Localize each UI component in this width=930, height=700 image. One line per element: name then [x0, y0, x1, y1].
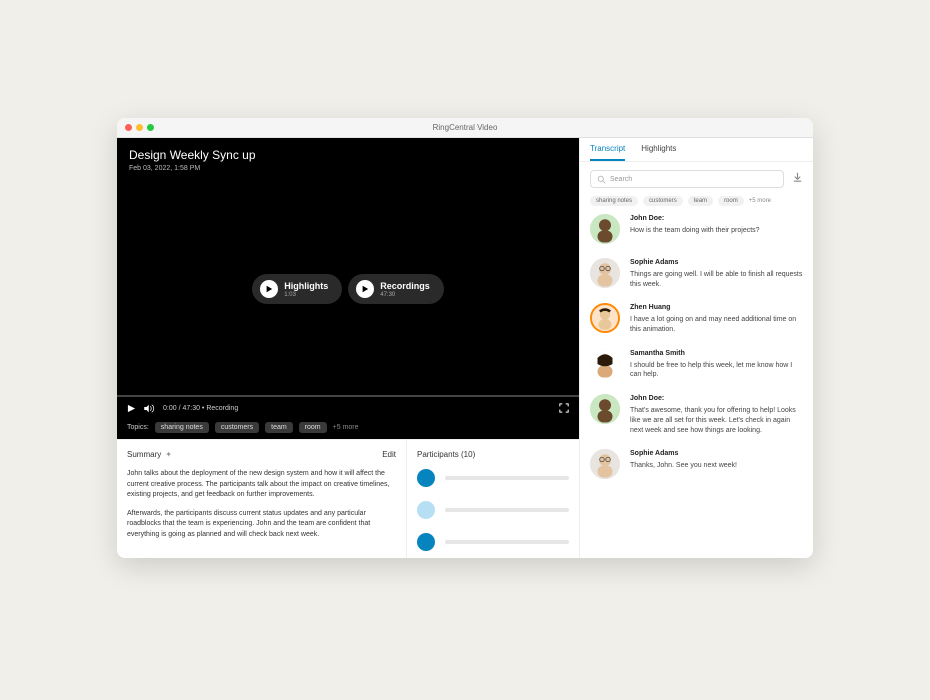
speaker-avatar — [590, 449, 620, 479]
speaker-message: Things are going well. I will be able to… — [630, 270, 803, 290]
transcript-entry[interactable]: John Doe: That's awesome, thank you for … — [590, 394, 803, 435]
transcript-entry[interactable]: Sophie Adams Things are going well. I wi… — [590, 258, 803, 289]
participant-avatar — [417, 533, 435, 551]
video-time: 0:00 / 47:30 • Recording — [163, 405, 238, 412]
edit-summary-button[interactable]: Edit — [382, 450, 396, 459]
transcript-entry[interactable]: John Doe: How is the team doing with the… — [590, 214, 803, 244]
summary-paragraph: John talks about the deployment of the n… — [127, 469, 396, 501]
participant-bar — [445, 540, 569, 544]
speaker-avatar — [590, 394, 620, 424]
meeting-date: Feb 03, 2022, 1:58 PM — [129, 165, 567, 172]
search-placeholder: Search — [610, 176, 632, 183]
search-input[interactable]: Search — [590, 170, 784, 188]
participant-row[interactable] — [417, 533, 569, 551]
speaker-name: Sophie Adams — [630, 258, 803, 268]
recordings-chip[interactable]: Recordings 47:30 — [348, 274, 444, 304]
participant-bar — [445, 476, 569, 480]
summary-title: Summary — [127, 450, 161, 459]
side-panel: Transcript Highlights Search sharing not… — [579, 138, 813, 558]
transcript-tags: sharing notes customers team room +5 mor… — [580, 196, 813, 214]
tab-transcript[interactable]: Transcript — [590, 144, 625, 161]
fullscreen-button[interactable] — [559, 403, 569, 413]
topics-label: Topics: — [127, 424, 149, 431]
window-title: RingCentral Video — [117, 123, 813, 132]
speaker-name: Samantha Smith — [630, 349, 803, 359]
summary-pane: Summary ✦ Edit John talks about the depl… — [117, 440, 407, 558]
play-icon — [260, 280, 278, 298]
play-button[interactable] — [127, 404, 136, 413]
topic-tag[interactable]: team — [265, 422, 293, 433]
speaker-name: Sophie Adams — [630, 449, 737, 459]
participant-avatar — [417, 501, 435, 519]
titlebar: RingCentral Video — [117, 118, 813, 138]
speaker-message: Thanks, John. See you next week! — [630, 461, 737, 471]
transcript-entry[interactable]: Zhen Huang I have a lot going on and may… — [590, 303, 803, 334]
app-window: RingCentral Video Design Weekly Sync up … — [117, 118, 813, 558]
participant-row[interactable] — [417, 501, 569, 519]
topics-row: Topics: sharing notes customers team roo… — [127, 422, 359, 433]
highlights-chip[interactable]: Highlights 1:03 — [252, 274, 342, 304]
speaker-avatar — [590, 303, 620, 333]
recordings-chip-time: 47:30 — [380, 292, 430, 298]
topic-tag[interactable]: customers — [215, 422, 259, 433]
search-icon — [597, 175, 606, 184]
summary-body: John talks about the deployment of the n… — [127, 469, 396, 548]
transcript-entry[interactable]: Samantha Smith I should be free to help … — [590, 349, 803, 380]
speaker-message: How is the team doing with their project… — [630, 226, 760, 236]
participant-row[interactable] — [417, 469, 569, 487]
speaker-name: Zhen Huang — [630, 303, 803, 313]
video-progress-bar[interactable] — [117, 395, 579, 397]
highlights-chip-time: 1:03 — [284, 292, 328, 298]
transcript-tag[interactable]: customers — [643, 196, 683, 206]
recordings-chip-label: Recordings — [380, 281, 430, 291]
speaker-message: I have a lot going on and may need addit… — [630, 315, 803, 335]
meeting-title: Design Weekly Sync up — [129, 148, 567, 162]
speaker-avatar — [590, 214, 620, 244]
transcript-list[interactable]: John Doe: How is the team doing with the… — [580, 214, 813, 558]
participants-pane: Participants (10) — [407, 440, 579, 558]
speaker-message: I should be free to help this week, let … — [630, 361, 803, 381]
speaker-message: That's awesome, thank you for offering t… — [630, 406, 803, 435]
summary-paragraph: Afterwards, the participants discuss cur… — [127, 509, 396, 541]
speaker-name: John Doe: — [630, 394, 803, 404]
speaker-name: John Doe: — [630, 214, 760, 224]
participant-avatar — [417, 469, 435, 487]
transcript-tag[interactable]: team — [688, 196, 713, 206]
transcript-tag[interactable]: sharing notes — [590, 196, 638, 206]
highlights-chip-label: Highlights — [284, 281, 328, 291]
volume-button[interactable] — [144, 404, 155, 413]
transcript-tag[interactable]: room — [718, 196, 744, 206]
topics-more[interactable]: +5 more — [333, 424, 359, 431]
tab-highlights[interactable]: Highlights — [641, 144, 676, 161]
download-button[interactable] — [792, 170, 803, 188]
transcript-tags-more[interactable]: +5 more — [749, 198, 771, 204]
main-pane: Design Weekly Sync up Feb 03, 2022, 1:58… — [117, 138, 579, 558]
video-controls: 0:00 / 47:30 • Recording — [127, 403, 569, 413]
participant-bar — [445, 508, 569, 512]
transcript-entry[interactable]: Sophie Adams Thanks, John. See you next … — [590, 449, 803, 479]
topic-tag[interactable]: room — [299, 422, 327, 433]
play-icon — [356, 280, 374, 298]
participants-title: Participants (10) — [417, 450, 569, 459]
speaker-avatar — [590, 258, 620, 288]
sparkle-icon: ✦ — [165, 450, 172, 459]
side-tabs: Transcript Highlights — [580, 138, 813, 162]
video-player[interactable]: Design Weekly Sync up Feb 03, 2022, 1:58… — [117, 138, 579, 439]
speaker-avatar — [590, 349, 620, 379]
topic-tag[interactable]: sharing notes — [155, 422, 209, 433]
